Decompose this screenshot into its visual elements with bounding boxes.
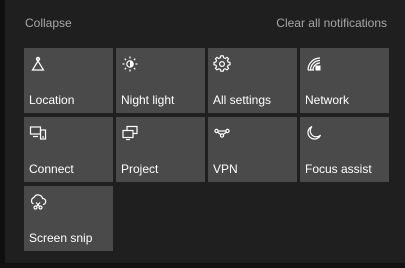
tile-screen-snip[interactable]: Screen snip xyxy=(24,186,113,251)
tile-label-all-settings: All settings xyxy=(213,93,272,107)
tile-vpn[interactable]: VPN xyxy=(208,117,297,182)
project-icon xyxy=(121,124,139,142)
night-light-icon xyxy=(121,55,139,73)
tile-connect[interactable]: Connect xyxy=(24,117,113,182)
moon-icon xyxy=(305,124,323,142)
location-icon xyxy=(29,55,47,73)
panel-bottom-edge xyxy=(0,263,405,268)
tile-label-project: Project xyxy=(121,162,159,176)
panel-left-edge xyxy=(0,0,5,268)
collapse-button[interactable]: Collapse xyxy=(25,16,72,30)
tile-label-location: Location xyxy=(29,93,75,107)
tile-focus-assist[interactable]: Focus assist xyxy=(300,117,389,182)
tile-project[interactable]: Project xyxy=(116,117,205,182)
tile-label-night-light: Night light xyxy=(121,93,175,107)
gear-icon xyxy=(213,55,231,73)
tile-label-network: Network xyxy=(305,93,350,107)
quick-actions-grid: Location Night light All settings Networ… xyxy=(24,48,390,251)
tile-network[interactable]: Network xyxy=(300,48,389,113)
screen-snip-icon xyxy=(29,193,47,211)
tile-label-connect: Connect xyxy=(29,162,74,176)
tile-label-screen-snip: Screen snip xyxy=(29,231,93,245)
network-icon xyxy=(305,55,323,73)
tile-all-settings[interactable]: All settings xyxy=(208,48,297,113)
action-center-header: Collapse Clear all notifications xyxy=(25,14,387,32)
vpn-icon xyxy=(213,124,231,142)
tile-label-vpn: VPN xyxy=(213,162,238,176)
tile-location[interactable]: Location xyxy=(24,48,113,113)
clear-all-notifications-button[interactable]: Clear all notifications xyxy=(276,16,387,30)
tile-night-light[interactable]: Night light xyxy=(116,48,205,113)
connect-icon xyxy=(29,124,47,142)
tile-label-focus-assist: Focus assist xyxy=(305,162,372,176)
